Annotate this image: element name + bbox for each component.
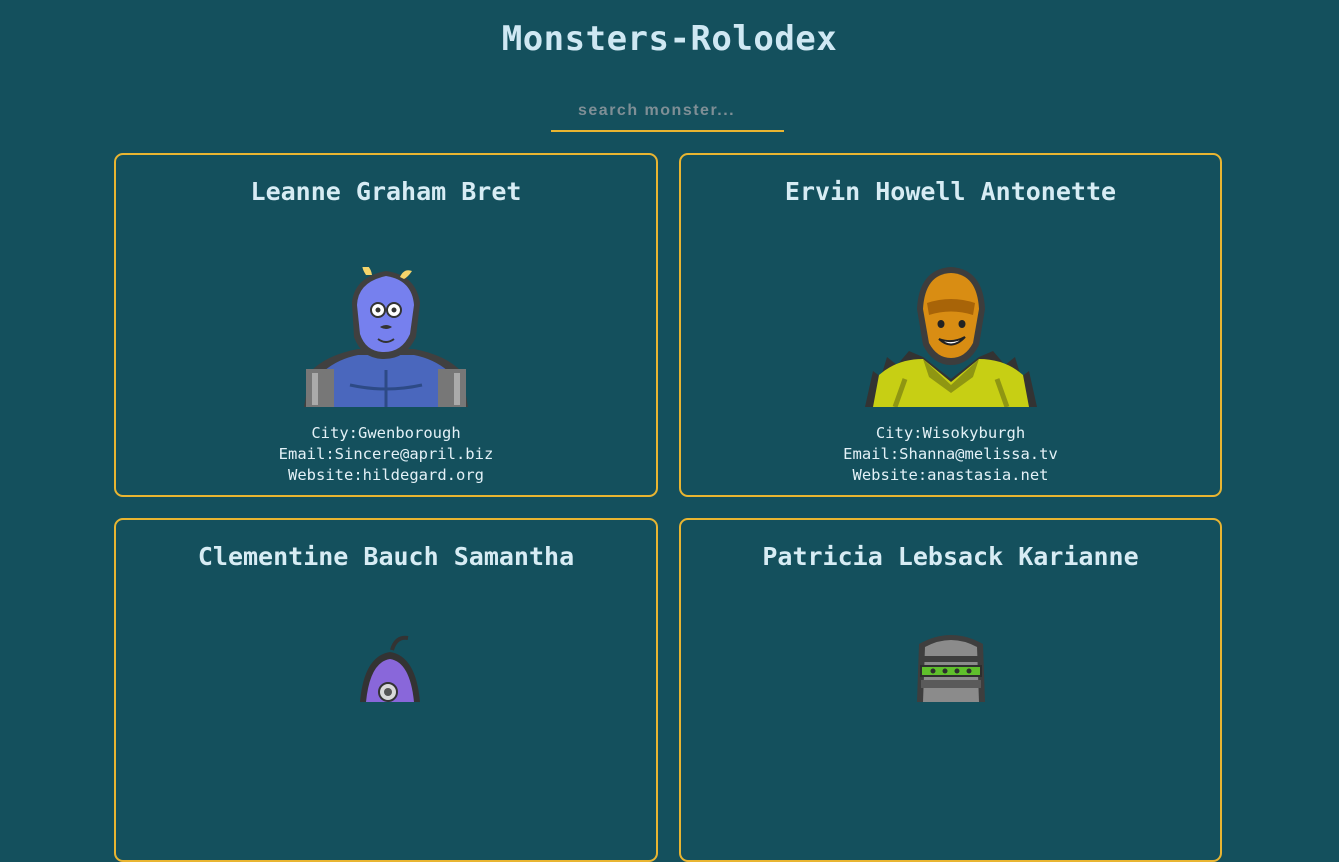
monster-card-grid: Leanne Graham Bret City:Gwenborough Emai… [114, 153, 1222, 862]
monster-email: Email:Shanna@melissa.tv [843, 445, 1058, 463]
monster-website: Website:hildegard.org [288, 466, 484, 484]
monster-name: Clementine Bauch Samantha [197, 542, 575, 571]
search-input[interactable] [551, 96, 784, 126]
monster-card[interactable]: Patricia Lebsack Karianne [679, 518, 1222, 862]
purple-monster-avatar-icon [296, 632, 476, 772]
monster-name: Ervin Howell Antonette [784, 177, 1117, 206]
monster-card[interactable]: Ervin Howell Antonette City:Wisokyburgh … [679, 153, 1222, 497]
monster-email: Email:Sincere@april.biz [278, 445, 494, 463]
robot-monster-avatar-icon [861, 632, 1041, 772]
search-box [551, 96, 784, 132]
blue-monster-avatar-icon [296, 267, 476, 407]
monster-details: City:Gwenborough Email:Sincere@april.biz… [116, 423, 656, 486]
monster-name: Patricia Lebsack Karianne [762, 542, 1139, 571]
monster-card[interactable]: Clementine Bauch Samantha [114, 518, 658, 862]
monster-city: City:Gwenborough [311, 424, 461, 442]
monster-details: City:Wisokyburgh Email:Shanna@melissa.tv… [681, 423, 1220, 486]
monster-name: Leanne Graham Bret [250, 177, 522, 206]
page-title: Monsters-Rolodex [501, 19, 838, 59]
orange-monster-avatar-icon [861, 267, 1041, 407]
monster-website: Website:anastasia.net [852, 466, 1049, 484]
monster-city: City:Wisokyburgh [875, 424, 1026, 442]
monster-card[interactable]: Leanne Graham Bret City:Gwenborough Emai… [114, 153, 658, 497]
